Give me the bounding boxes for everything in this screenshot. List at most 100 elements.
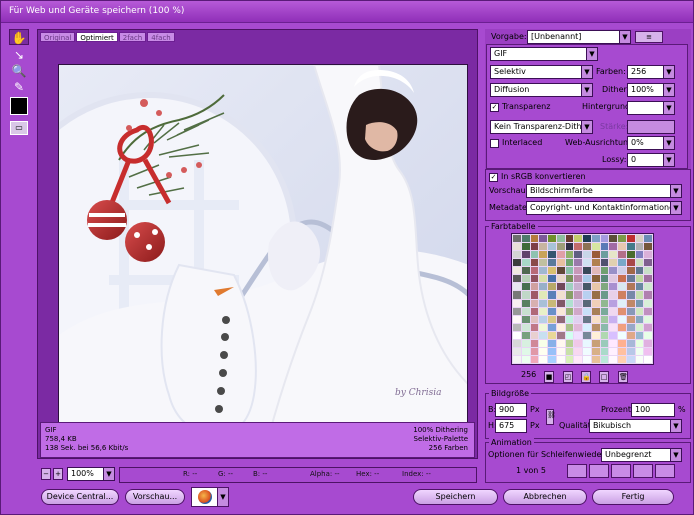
colors-dropdown[interactable]: 256 ▼ [627, 65, 675, 79]
color-swatch[interactable] [539, 235, 547, 243]
color-swatch[interactable] [513, 291, 521, 299]
color-swatch[interactable] [574, 331, 582, 339]
preview-image[interactable]: by Chrisia [58, 64, 468, 453]
color-swatch[interactable] [513, 243, 521, 251]
done-button[interactable]: Fertig [592, 489, 674, 505]
color-swatch[interactable] [635, 235, 644, 243]
color-swatch[interactable] [565, 331, 574, 339]
color-swatch[interactable] [539, 323, 547, 331]
color-swatch[interactable] [600, 243, 609, 251]
color-swatch[interactable] [644, 275, 652, 283]
dither-method-dropdown[interactable]: Diffusion ▼ [490, 83, 593, 97]
color-swatch[interactable] [644, 355, 652, 363]
color-swatch[interactable] [591, 339, 600, 347]
web-shift-icon[interactable]: ◰ [563, 371, 573, 383]
color-swatch[interactable] [556, 323, 565, 331]
color-swatch[interactable] [548, 283, 556, 291]
color-swatch[interactable] [644, 291, 652, 299]
color-swatch[interactable] [548, 315, 556, 323]
transparency-dither-dropdown[interactable]: Kein Transparenz-Dither ▼ [490, 120, 593, 134]
color-swatch[interactable] [539, 291, 547, 299]
websnap-dropdown[interactable]: 0% ▼ [627, 136, 675, 150]
matte-dropdown[interactable]: ▼ [627, 101, 675, 115]
color-swatch[interactable] [583, 307, 591, 315]
color-swatch[interactable] [609, 323, 617, 331]
color-swatch[interactable] [591, 275, 600, 283]
toggle-slices-icon[interactable]: ▭ [10, 121, 28, 135]
color-swatch[interactable] [644, 307, 652, 315]
color-swatch[interactable] [635, 355, 644, 363]
color-swatch[interactable] [609, 275, 617, 283]
color-swatch[interactable] [530, 235, 539, 243]
tab-2up[interactable]: 2fach [118, 32, 147, 42]
color-swatch[interactable] [635, 315, 644, 323]
color-swatch[interactable] [626, 299, 635, 307]
color-swatch[interactable] [565, 251, 574, 259]
color-swatch[interactable] [565, 259, 574, 267]
zoom-out-button[interactable]: − [41, 468, 51, 480]
color-swatch[interactable] [556, 347, 565, 355]
color-swatch[interactable] [548, 299, 556, 307]
color-swatch[interactable] [591, 315, 600, 323]
color-swatch[interactable] [548, 339, 556, 347]
color-swatch[interactable] [609, 315, 617, 323]
color-swatch[interactable] [644, 339, 652, 347]
color-swatch[interactable] [574, 315, 582, 323]
interlaced-checkbox[interactable] [490, 139, 499, 148]
format-dropdown[interactable]: GIF ▼ [490, 47, 598, 61]
color-swatch[interactable] [548, 235, 556, 243]
map-color-icon[interactable]: ■ [544, 371, 554, 383]
color-swatch[interactable] [574, 251, 582, 259]
color-swatch[interactable] [635, 251, 644, 259]
color-swatch[interactable] [618, 355, 626, 363]
color-swatch[interactable] [530, 275, 539, 283]
color-swatch[interactable] [618, 291, 626, 299]
color-swatch[interactable] [600, 307, 609, 315]
color-swatch[interactable] [556, 259, 565, 267]
color-swatch[interactable] [548, 307, 556, 315]
color-swatch[interactable] [600, 323, 609, 331]
percent-field[interactable]: 100 [631, 403, 675, 417]
color-swatch[interactable] [618, 243, 626, 251]
color-swatch[interactable] [565, 355, 574, 363]
color-swatch[interactable] [556, 331, 565, 339]
color-swatch[interactable] [591, 243, 600, 251]
color-swatch[interactable] [583, 259, 591, 267]
cancel-button[interactable]: Abbrechen [503, 489, 587, 505]
color-swatch[interactable] [521, 235, 530, 243]
color-swatch[interactable] [644, 259, 652, 267]
color-swatch[interactable] [530, 323, 539, 331]
new-color-icon[interactable]: □ [599, 371, 609, 383]
color-swatch[interactable] [600, 259, 609, 267]
color-swatch[interactable] [600, 251, 609, 259]
color-swatch[interactable] [635, 291, 644, 299]
color-swatch[interactable] [513, 315, 521, 323]
color-swatch[interactable] [556, 275, 565, 283]
color-swatch[interactable] [530, 259, 539, 267]
color-swatch[interactable] [626, 339, 635, 347]
color-swatch[interactable] [644, 267, 652, 275]
color-swatch[interactable] [591, 347, 600, 355]
lossy-dropdown[interactable]: 0 ▼ [627, 153, 675, 167]
color-swatch[interactable] [635, 339, 644, 347]
color-swatch[interactable] [626, 347, 635, 355]
color-swatch[interactable] [626, 267, 635, 275]
browser-preview-button[interactable]: Vorschau... [125, 489, 185, 505]
color-swatch[interactable] [539, 267, 547, 275]
color-swatch[interactable] [574, 267, 582, 275]
color-swatch[interactable] [539, 283, 547, 291]
color-swatch[interactable] [644, 235, 652, 243]
color-swatch[interactable] [521, 331, 530, 339]
color-swatch[interactable] [530, 243, 539, 251]
color-swatch[interactable] [521, 275, 530, 283]
color-swatch[interactable] [583, 291, 591, 299]
color-swatch[interactable] [618, 315, 626, 323]
color-swatch[interactable] [539, 259, 547, 267]
color-swatch[interactable] [513, 275, 521, 283]
zoom-icon[interactable]: 🔍 [9, 63, 29, 79]
color-swatch[interactable] [539, 307, 547, 315]
color-swatch[interactable] [565, 307, 574, 315]
lock-color-icon[interactable]: 🔒 [581, 371, 591, 383]
tab-original[interactable]: Original [40, 32, 76, 42]
device-central-button[interactable]: Device Central... [41, 489, 119, 505]
